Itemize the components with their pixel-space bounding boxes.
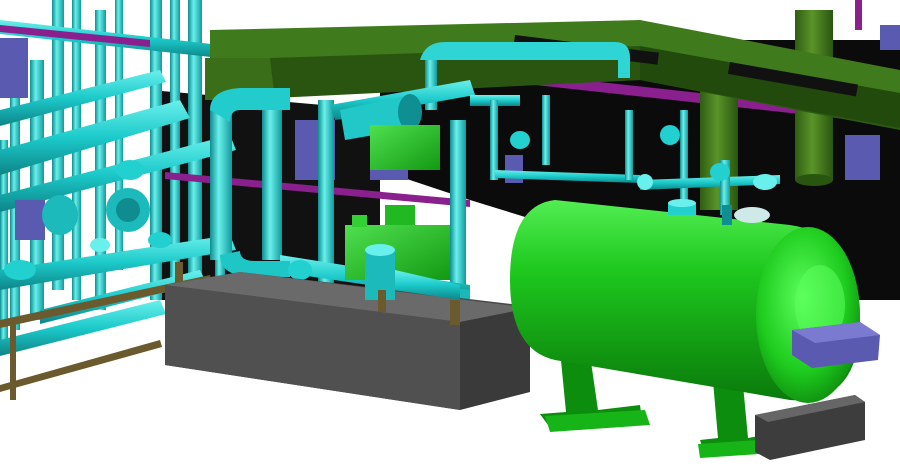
concrete-plinth[interactable] [165,272,530,410]
plant-model-viewport[interactable] [0,0,900,469]
instrument-box-purple-nozzle[interactable] [792,322,880,368]
concrete-block[interactable] [755,395,865,460]
scene-canvas [0,0,900,460]
